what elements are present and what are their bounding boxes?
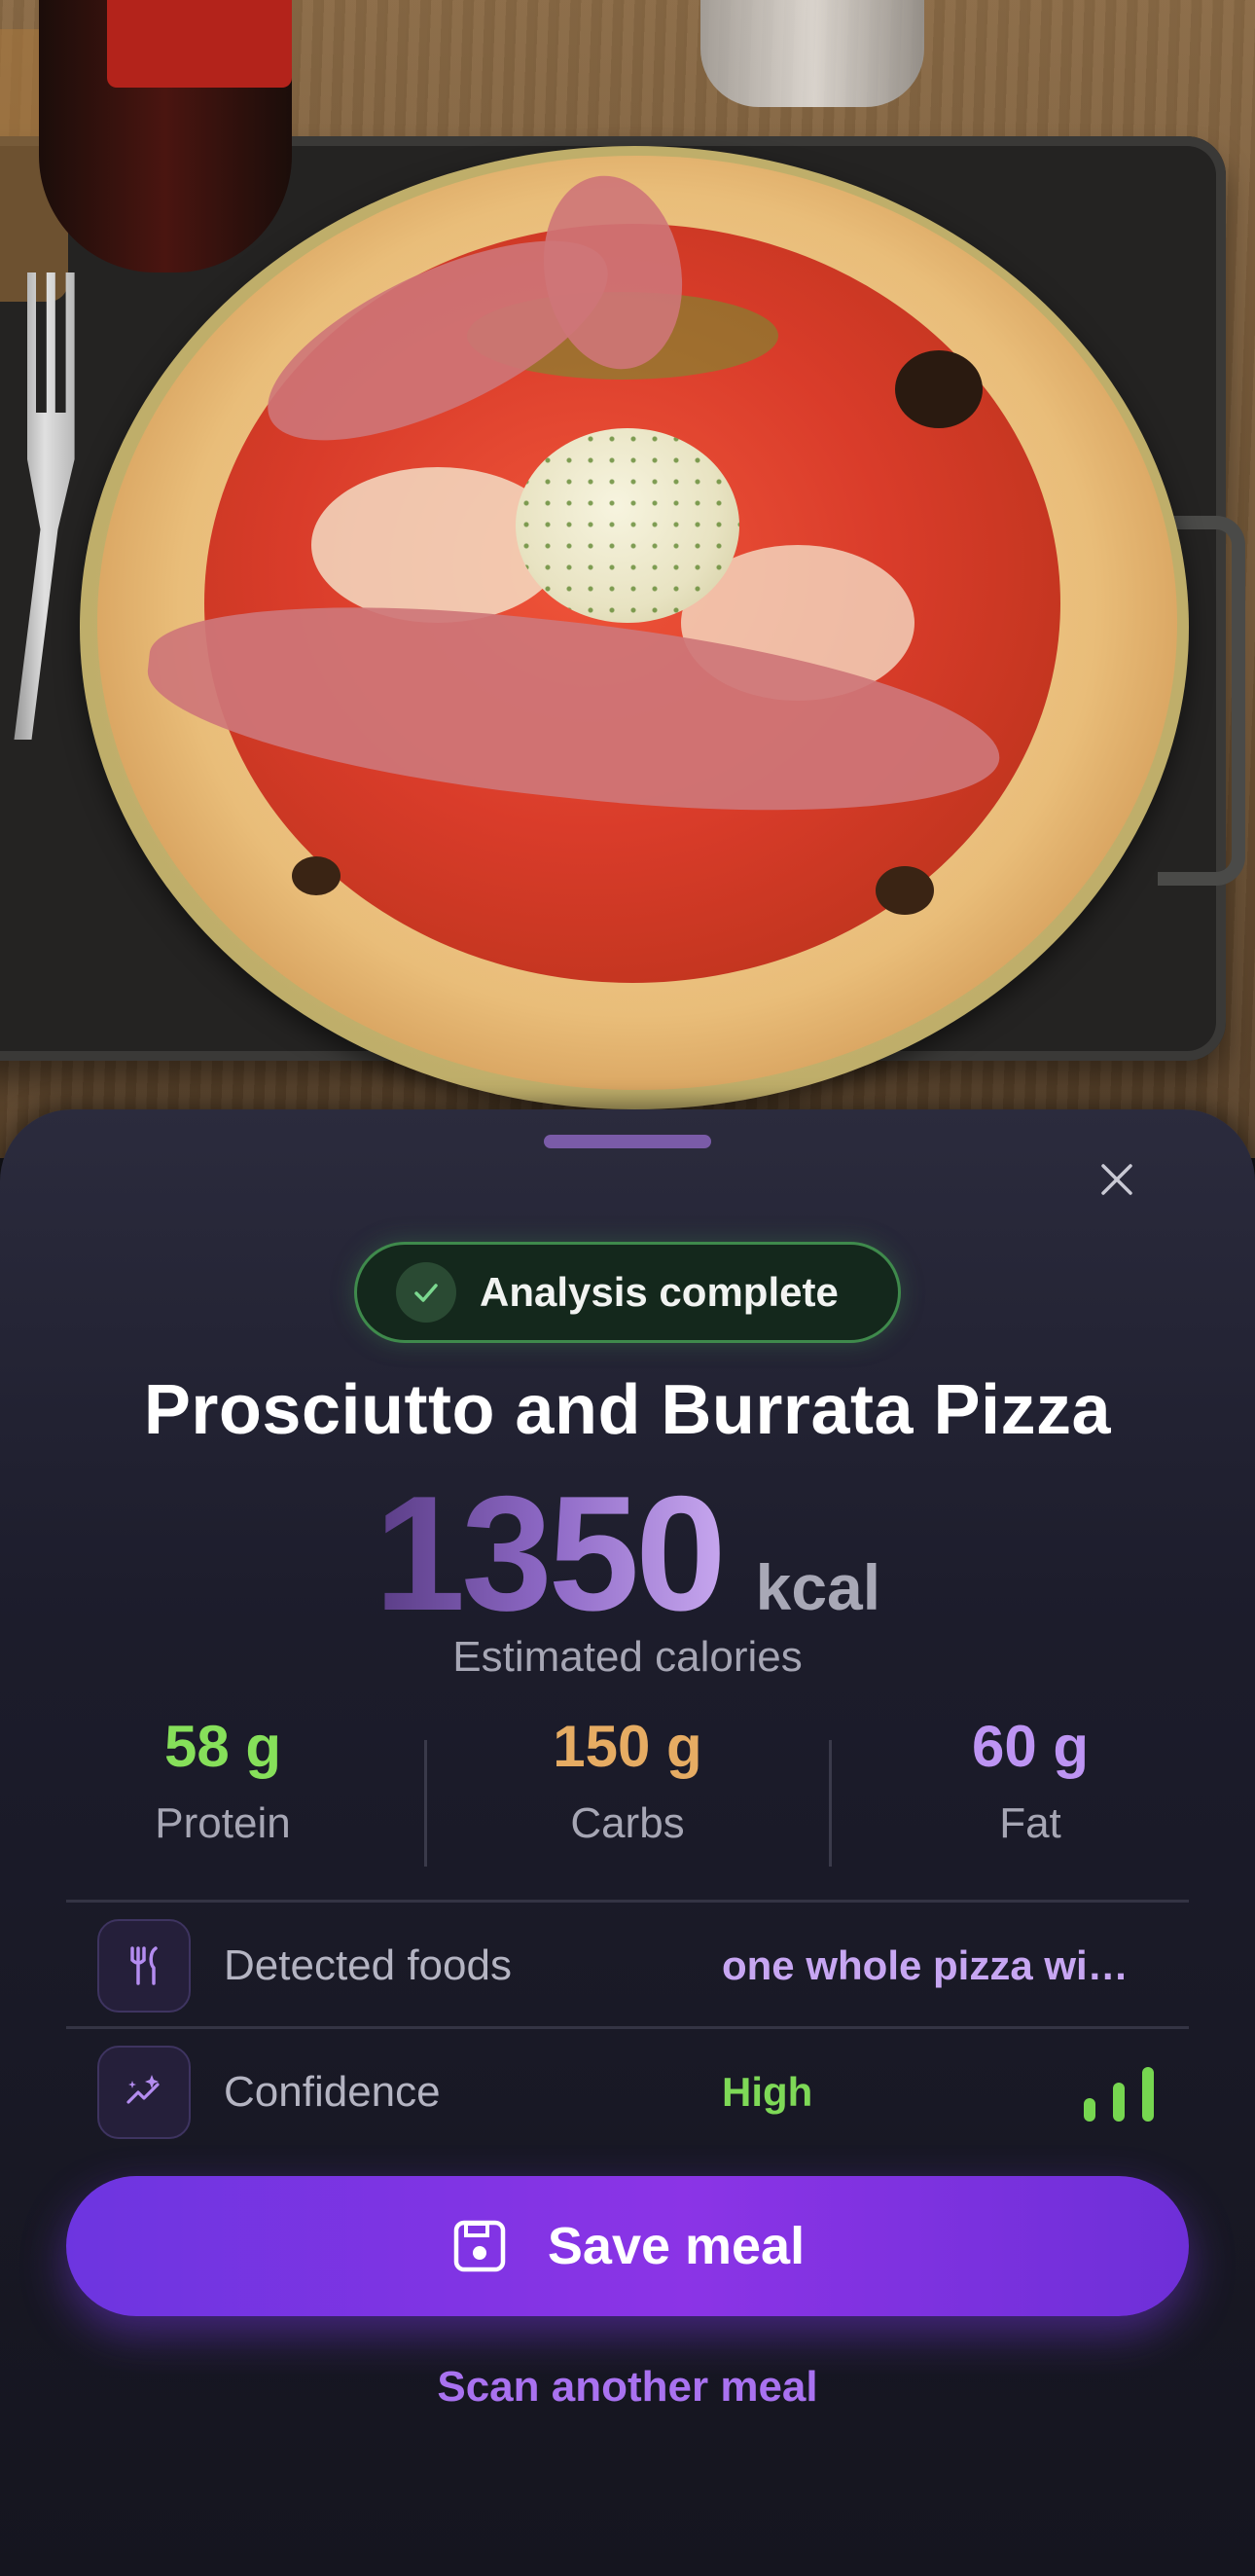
confidence-value: High <box>722 2069 813 2115</box>
sheet-grabber[interactable] <box>544 1135 711 1148</box>
carbs-label: Carbs <box>570 1799 685 1847</box>
macro-divider <box>829 1740 832 1867</box>
fat-label: Fat <box>999 1799 1061 1847</box>
macro-protein: 58 g Protein <box>62 1713 383 1848</box>
food-photo <box>0 0 1255 1158</box>
salt-pepper-shakers <box>700 0 924 107</box>
detected-foods-label: Detected foods <box>224 1941 512 1989</box>
char-spot <box>895 350 983 428</box>
detected-foods-value: one whole pizza wi… <box>722 1942 1129 1988</box>
confidence-signal-icon <box>1084 2067 1162 2122</box>
meal-analysis-screen: Analysis complete Prosciutto and Burrata… <box>0 0 1255 2576</box>
macro-divider <box>424 1740 427 1867</box>
calorie-display: 1350 kcal <box>0 1471 1255 1635</box>
save-meal-label: Save meal <box>547 2217 806 2275</box>
confidence-bar <box>1113 2083 1125 2122</box>
bottle-label <box>107 0 292 88</box>
detected-foods-row[interactable]: Detected foods one whole pizza wi… <box>66 1904 1189 2028</box>
section-divider <box>66 1900 1189 1903</box>
calorie-unit: kcal <box>755 1551 881 1623</box>
scan-another-meal-link[interactable]: Scan another meal <box>0 2363 1255 2412</box>
analysis-status-badge: Analysis complete <box>354 1242 901 1343</box>
protein-value: 58 g <box>163 1714 282 1779</box>
char-spot <box>292 856 341 895</box>
meal-title: Prosciutto and Burrata Pizza <box>143 1371 1112 1449</box>
cola-bottle <box>39 0 292 272</box>
save-icon <box>450 2217 509 2275</box>
macro-summary: 58 g Protein 150 g Carbs 60 g Fat <box>0 1713 1255 1869</box>
macro-fat: 60 g Fat <box>870 1713 1191 1848</box>
calorie-value: 1350 <box>374 1462 727 1645</box>
burrata <box>516 428 739 623</box>
char-spot <box>876 866 934 915</box>
confidence-label: Confidence <box>224 2068 441 2116</box>
confidence-bar <box>1084 2098 1095 2122</box>
analysis-status-label: Analysis complete <box>480 1269 839 1315</box>
save-meal-button[interactable]: Save meal <box>66 2176 1189 2316</box>
section-divider <box>66 2026 1189 2029</box>
carbs-value: 150 g <box>553 1714 702 1779</box>
close-button[interactable] <box>1088 1152 1146 1211</box>
macro-carbs: 150 g Carbs <box>467 1713 788 1848</box>
fat-value: 60 g <box>971 1714 1090 1779</box>
calorie-caption: Estimated calories <box>452 1633 803 1681</box>
utensils-icon <box>97 1919 191 2013</box>
results-sheet: Analysis complete Prosciutto and Burrata… <box>0 1109 1255 2576</box>
protein-label: Protein <box>155 1799 291 1847</box>
sparkle-chart-icon <box>97 2046 191 2139</box>
check-icon <box>396 1262 456 1323</box>
confidence-row: Confidence High <box>66 2030 1189 2155</box>
confidence-bar <box>1142 2067 1154 2122</box>
close-icon <box>1099 1162 1134 1201</box>
